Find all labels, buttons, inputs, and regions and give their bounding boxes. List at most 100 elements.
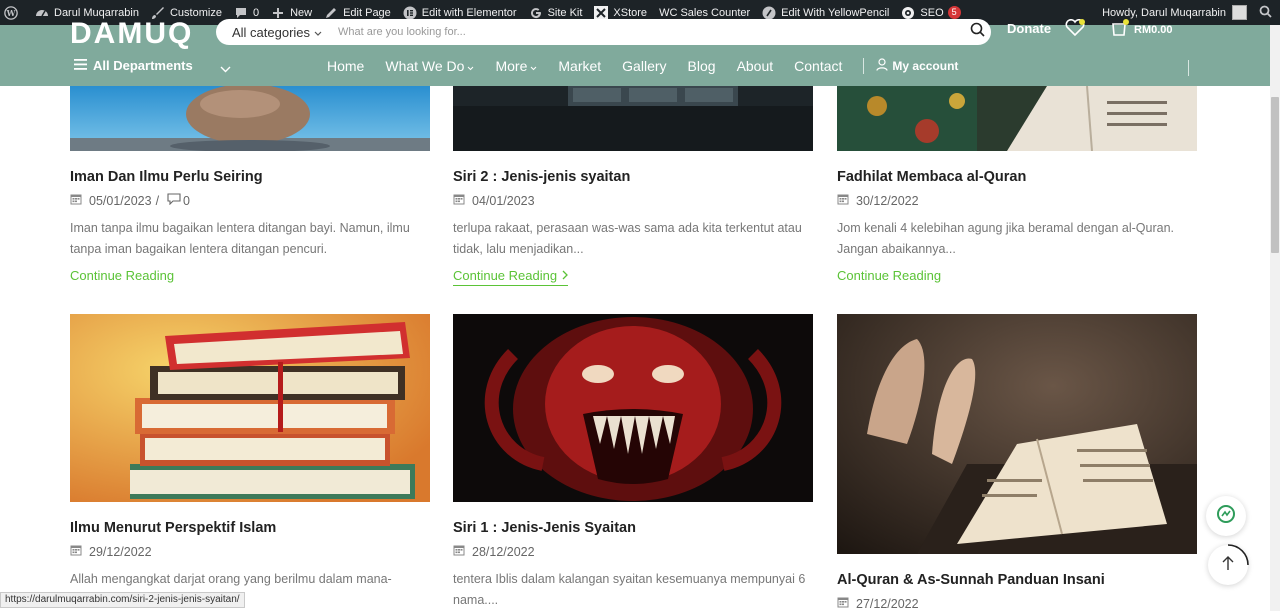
chat-widget-button[interactable] bbox=[1206, 496, 1246, 536]
plus-icon bbox=[271, 6, 285, 20]
svg-text:W: W bbox=[6, 9, 16, 18]
admin-search-button[interactable] bbox=[1253, 0, 1280, 25]
wishlist-button[interactable] bbox=[1064, 18, 1086, 42]
search-input[interactable]: What are you looking for... bbox=[338, 26, 963, 38]
blog-post-card: Siri 1 : Jenis-Jenis Syaitan 28/12/2022 … bbox=[453, 314, 813, 611]
post-excerpt: Jom kenali 4 kelebihan agung jika berama… bbox=[837, 221, 1175, 256]
post-title[interactable]: Iman Dan Ilmu Perlu Seiring bbox=[70, 169, 430, 185]
chat-logo-icon bbox=[1216, 504, 1236, 529]
blog-post-card: Al-Quran & As-Sunnah Panduan Insani 27/1… bbox=[837, 314, 1197, 611]
yellowpencil-label: Edit With YellowPencil bbox=[781, 6, 890, 19]
all-departments-button[interactable]: All Departments bbox=[74, 58, 193, 73]
continue-reading-link[interactable]: Continue Reading bbox=[453, 268, 569, 286]
calendar-icon bbox=[837, 193, 849, 208]
nav-divider bbox=[863, 58, 865, 74]
main-navigation: All Departments Home What We Do More Mar… bbox=[0, 58, 1270, 78]
avatar bbox=[1232, 5, 1247, 20]
nav-home[interactable]: Home bbox=[327, 58, 364, 74]
blog-post-card: Ilmu Menurut Perspektif Islam 29/12/2022… bbox=[70, 314, 430, 590]
post-thumbnail-demon[interactable] bbox=[453, 314, 813, 502]
chevron-right-icon bbox=[562, 268, 568, 283]
post-title[interactable]: Siri 1 : Jenis-Jenis Syaitan bbox=[453, 520, 813, 536]
post-title[interactable]: Al-Quran & As-Sunnah Panduan Insani bbox=[837, 572, 1197, 588]
seo-notification-badge: 5 bbox=[947, 6, 961, 19]
cart-total: RM0.00 bbox=[1134, 23, 1173, 36]
continue-reading-link[interactable]: Continue Reading bbox=[837, 268, 941, 283]
continue-reading-link[interactable]: Continue Reading bbox=[70, 268, 174, 283]
pencil-icon bbox=[324, 6, 338, 20]
chevron-down-icon[interactable] bbox=[220, 60, 231, 78]
wordpress-icon: W bbox=[4, 5, 18, 20]
search-button[interactable] bbox=[963, 22, 991, 42]
post-thumbnail-dark-room[interactable] bbox=[453, 86, 813, 151]
post-thumbnail-praying-hands[interactable] bbox=[837, 314, 1197, 554]
post-meta: 04/01/2023 bbox=[453, 193, 813, 208]
nav-more[interactable]: More bbox=[495, 58, 537, 74]
primary-menu: Home What We Do More Market Gallery Blog… bbox=[327, 58, 979, 74]
comment-icon bbox=[234, 6, 248, 20]
nav-market[interactable]: Market bbox=[558, 58, 601, 74]
site-logo[interactable]: DAMUQ bbox=[70, 17, 193, 51]
nav-about-label: About bbox=[736, 58, 774, 74]
donate-button[interactable]: Donate bbox=[1007, 21, 1051, 36]
nav-divider bbox=[1188, 60, 1189, 76]
seo-label: SEO bbox=[920, 6, 944, 19]
site-kit-label: Site Kit bbox=[547, 6, 583, 19]
dashboard-icon bbox=[35, 6, 49, 20]
scroll-to-top-button[interactable] bbox=[1208, 544, 1249, 585]
chevron-down-icon bbox=[314, 25, 322, 40]
continue-reading-label: Continue Reading bbox=[453, 268, 558, 283]
xstore-label: XStore bbox=[613, 6, 648, 19]
page-scrollbar[interactable] bbox=[1270, 25, 1280, 611]
nav-what-we-do[interactable]: What We Do bbox=[385, 58, 474, 74]
post-thumbnail-books[interactable] bbox=[70, 314, 430, 502]
post-title[interactable]: Fadhilat Membaca al-Quran bbox=[837, 169, 1197, 185]
calendar-icon bbox=[837, 596, 849, 611]
seo-gear-icon bbox=[901, 6, 915, 20]
calendar-icon bbox=[70, 544, 82, 559]
post-title[interactable]: Ilmu Menurut Perspektif Islam bbox=[70, 520, 430, 536]
comment-icon bbox=[167, 193, 181, 208]
search-icon bbox=[970, 22, 985, 42]
heart-icon bbox=[1064, 18, 1086, 41]
edit-page-label: Edit Page bbox=[343, 6, 391, 19]
calendar-icon bbox=[453, 193, 465, 208]
xstore-icon bbox=[594, 5, 609, 20]
nav-gallery-label: Gallery bbox=[622, 58, 667, 74]
post-date: 05/01/2023 bbox=[89, 193, 152, 208]
cart-button[interactable]: RM0.00 bbox=[1110, 19, 1173, 40]
wc-sales-label: WC Sales Counter bbox=[659, 6, 751, 19]
category-select[interactable]: All categories bbox=[216, 25, 338, 40]
my-account-link[interactable]: My account bbox=[876, 58, 958, 74]
blog-post-card: Iman Dan Ilmu Perlu Seiring 05/01/2023 /… bbox=[70, 86, 430, 285]
post-meta: 05/01/2023 / 0 bbox=[70, 193, 430, 208]
nav-about[interactable]: About bbox=[737, 58, 774, 74]
category-select-value: All categories bbox=[232, 24, 311, 40]
nav-more-label: More bbox=[495, 58, 528, 74]
search-icon bbox=[1259, 5, 1272, 21]
post-meta: 28/12/2022 bbox=[453, 544, 813, 559]
comment-count-link[interactable]: 0 bbox=[167, 193, 190, 208]
calendar-icon bbox=[70, 193, 82, 208]
my-account-label: My account bbox=[892, 59, 959, 73]
post-excerpt: tentera Iblis dalam kalangan syaitan kes… bbox=[453, 572, 806, 607]
blog-post-card: Fadhilat Membaca al-Quran 30/12/2022 Jom… bbox=[837, 86, 1197, 285]
edit-elementor-label: Edit with Elementor bbox=[421, 6, 517, 19]
scrollbar-thumb[interactable] bbox=[1271, 97, 1279, 253]
calendar-icon bbox=[453, 544, 465, 559]
chevron-down-icon bbox=[467, 58, 474, 74]
nav-gallery[interactable]: Gallery bbox=[622, 58, 666, 74]
chevron-down-icon bbox=[530, 58, 537, 74]
scroll-progress-ring bbox=[1227, 544, 1249, 566]
post-thumbnail-quran-reading[interactable] bbox=[837, 86, 1197, 151]
post-thumbnail-stones[interactable] bbox=[70, 86, 430, 151]
meta-divider: / bbox=[155, 193, 160, 208]
nav-contact[interactable]: Contact bbox=[794, 58, 842, 74]
wordpress-logo-button[interactable]: W bbox=[0, 0, 29, 25]
search-form: All categories What are you looking for.… bbox=[216, 19, 991, 45]
post-date: 04/01/2023 bbox=[472, 193, 535, 208]
post-meta: 30/12/2022 bbox=[837, 193, 1197, 208]
google-g-icon bbox=[529, 6, 543, 20]
post-title[interactable]: Siri 2 : Jenis-jenis syaitan bbox=[453, 169, 813, 185]
nav-blog[interactable]: Blog bbox=[688, 58, 716, 74]
